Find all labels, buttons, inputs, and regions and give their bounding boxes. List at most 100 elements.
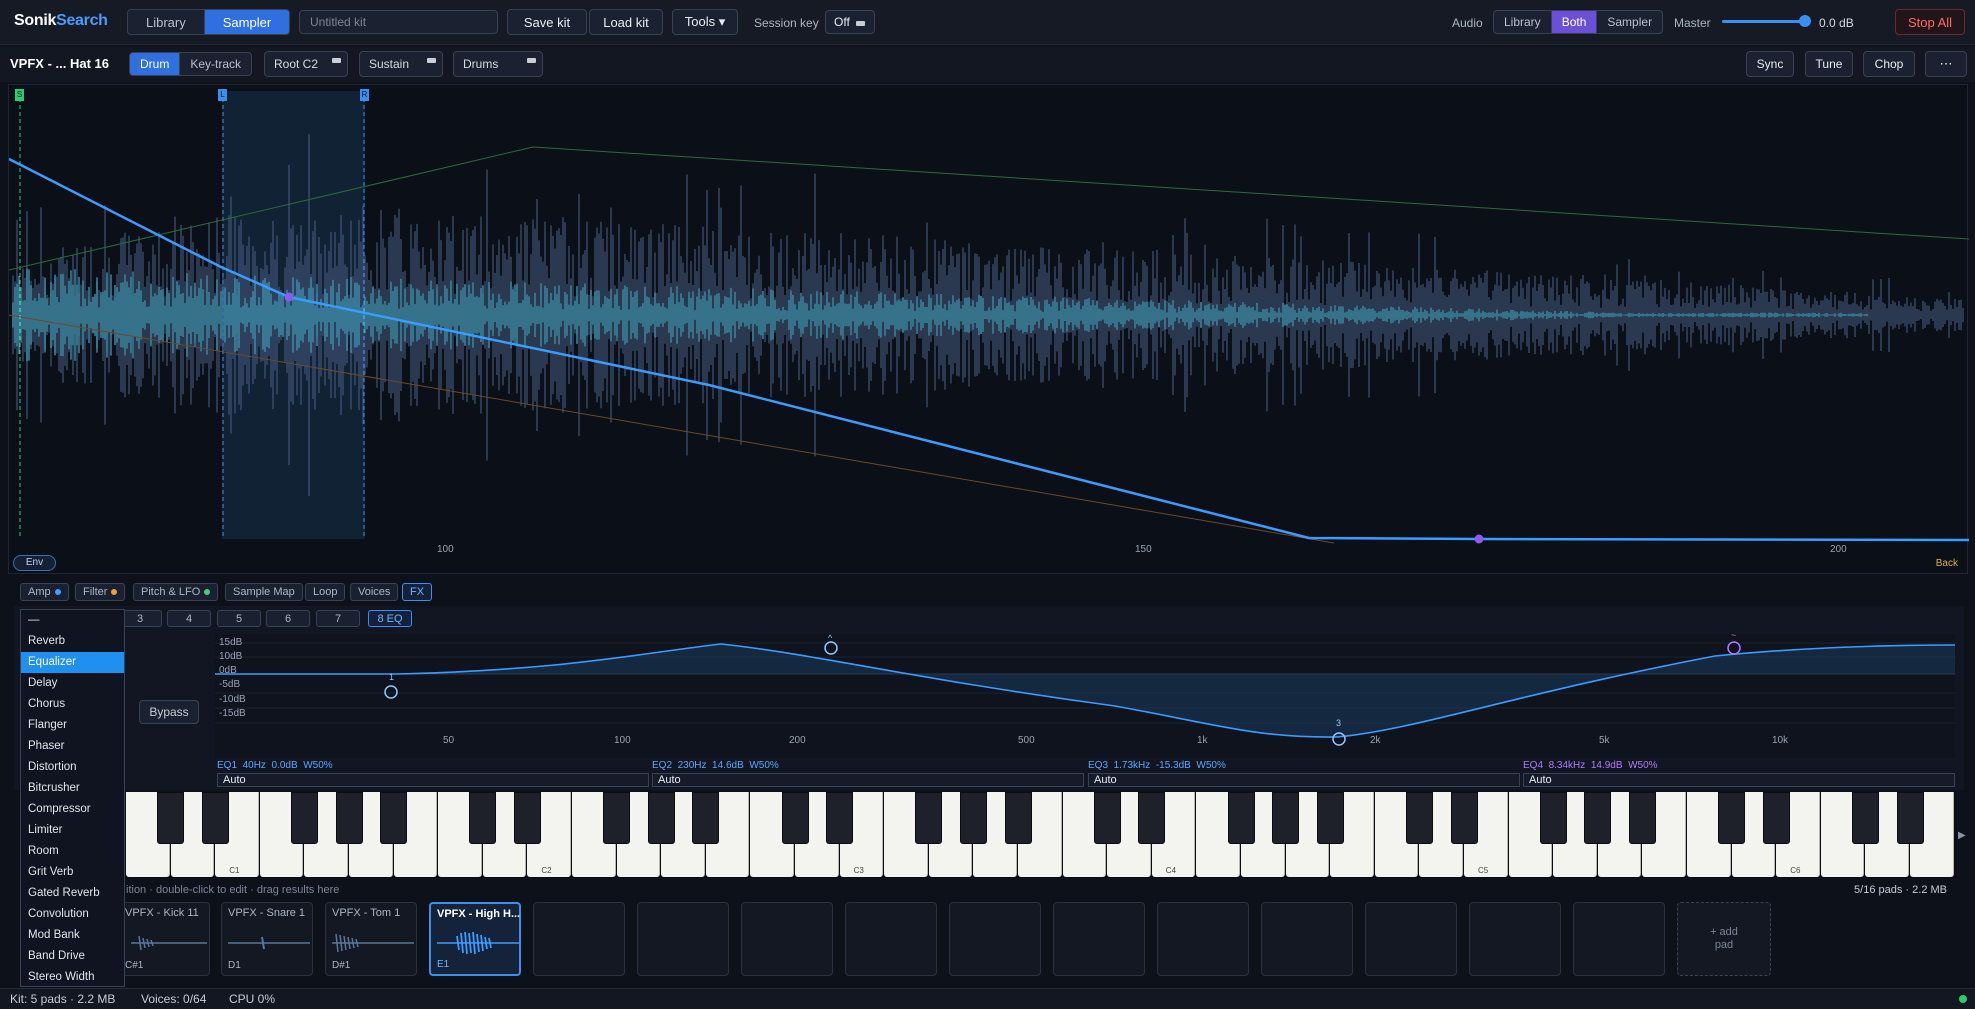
start-marker-flag[interactable]: S bbox=[15, 89, 24, 101]
load-kit-button[interactable]: Load kit bbox=[589, 9, 663, 35]
eq-band-mode-select[interactable]: Auto bbox=[652, 773, 1084, 787]
audio-tab-sampler[interactable]: Sampler bbox=[1597, 11, 1662, 33]
fx-menu-item[interactable]: Reverb bbox=[21, 631, 124, 652]
fx-menu-item[interactable]: Delay bbox=[21, 673, 124, 694]
pad-empty[interactable] bbox=[1365, 902, 1457, 976]
master-slider-handle[interactable] bbox=[1799, 15, 1812, 27]
back-label[interactable]: Back bbox=[1936, 558, 1958, 569]
playback-mode-select[interactable]: Sustain bbox=[359, 51, 443, 77]
piano-keyboard[interactable]: C1 C2 C3 C4 C5 C6 bbox=[126, 792, 1956, 878]
piano-black-key[interactable] bbox=[380, 792, 408, 844]
waveform-canvas[interactable] bbox=[9, 85, 1969, 575]
piano-black-key[interactable] bbox=[692, 792, 720, 844]
piano-black-key[interactable] bbox=[513, 792, 541, 844]
tab-sampler[interactable]: Sampler bbox=[204, 10, 290, 34]
pad-empty[interactable] bbox=[1157, 902, 1249, 976]
tab-filter[interactable]: Filter bbox=[75, 583, 126, 601]
piano-black-key[interactable] bbox=[1272, 792, 1300, 844]
piano-black-key[interactable] bbox=[290, 792, 318, 844]
save-kit-button[interactable]: Save kit bbox=[507, 9, 587, 35]
fx-menu-item[interactable]: Room bbox=[21, 841, 124, 862]
fx-menu-item[interactable]: Chorus bbox=[21, 694, 124, 715]
fx-menu-item[interactable]: Flanger bbox=[21, 715, 124, 736]
eq-node-1[interactable] bbox=[384, 685, 398, 699]
piano-black-key[interactable] bbox=[1539, 792, 1567, 844]
tab-sample-map[interactable]: Sample Map bbox=[225, 583, 303, 601]
tab-fx[interactable]: FX bbox=[402, 583, 433, 601]
piano-black-key[interactable] bbox=[1762, 792, 1790, 844]
piano-black-key[interactable] bbox=[1405, 792, 1433, 844]
fx-type-menu[interactable]: — Reverb Equalizer Delay Chorus Flanger Phaser… bbox=[20, 609, 125, 987]
tab-loop[interactable]: Loop bbox=[305, 583, 346, 601]
audio-tab-both[interactable]: Both bbox=[1551, 11, 1598, 33]
tab-amp[interactable]: Amp bbox=[20, 583, 69, 601]
fx-slot-8-eq[interactable]: 8 EQ bbox=[368, 610, 412, 627]
tab-drum[interactable]: Drum bbox=[130, 53, 181, 75]
pad-empty[interactable] bbox=[533, 902, 625, 976]
eq-graph[interactable]: 15dB 10dB 0dB -5dB -10dB -15dB 50 100 20… bbox=[215, 630, 1955, 758]
fx-menu-item[interactable]: Grit Verb bbox=[21, 862, 124, 883]
piano-black-key[interactable] bbox=[1718, 792, 1746, 844]
fx-slot-7[interactable]: 7 bbox=[316, 610, 360, 627]
audio-tab-library[interactable]: Library bbox=[1494, 11, 1552, 33]
piano-black-key[interactable] bbox=[335, 792, 363, 844]
kit-name-input[interactable]: Untitled kit bbox=[299, 10, 498, 34]
category-select[interactable]: Drums bbox=[453, 51, 543, 77]
piano-black-key[interactable] bbox=[1093, 792, 1121, 844]
piano-black-key[interactable] bbox=[201, 792, 229, 844]
piano-black-key[interactable] bbox=[915, 792, 943, 844]
fx-menu-item[interactable]: Compressor bbox=[21, 799, 124, 820]
fx-menu-item[interactable]: — bbox=[21, 610, 124, 631]
piano-black-key[interactable] bbox=[157, 792, 185, 844]
more-options-button[interactable]: ⋯ bbox=[1925, 51, 1967, 77]
piano-black-key[interactable] bbox=[1851, 792, 1879, 844]
fx-menu-item[interactable]: Convolution bbox=[21, 904, 124, 925]
loop-left-marker-flag[interactable]: L bbox=[218, 89, 227, 101]
pad-empty[interactable] bbox=[1053, 902, 1145, 976]
envelope-node[interactable] bbox=[1474, 534, 1484, 544]
piano-black-key[interactable] bbox=[603, 792, 631, 844]
tab-voices[interactable]: Voices bbox=[350, 583, 399, 601]
piano-black-key[interactable] bbox=[1628, 792, 1656, 844]
pad-empty[interactable] bbox=[1469, 902, 1561, 976]
piano-black-key[interactable] bbox=[1450, 792, 1478, 844]
fx-menu-item[interactable]: Equalizer bbox=[21, 652, 124, 673]
piano-black-key[interactable] bbox=[469, 792, 497, 844]
piano-black-key[interactable] bbox=[781, 792, 809, 844]
add-pad-button[interactable]: + add pad bbox=[1677, 902, 1771, 976]
pad-empty[interactable] bbox=[949, 902, 1041, 976]
envelope-node[interactable] bbox=[284, 292, 294, 302]
fx-menu-item[interactable]: Phaser bbox=[21, 736, 124, 757]
piano-black-key[interactable] bbox=[647, 792, 675, 844]
piano-black-key[interactable] bbox=[826, 792, 854, 844]
fx-menu-item[interactable]: Mod Bank bbox=[21, 925, 124, 946]
tab-key-track[interactable]: Key-track bbox=[180, 53, 251, 75]
eq-node-4[interactable] bbox=[1727, 641, 1741, 655]
scroll-right-icon[interactable]: ▶ bbox=[1958, 830, 1966, 841]
fx-menu-item[interactable]: Band Drive bbox=[21, 946, 124, 967]
stop-all-button[interactable]: Stop All bbox=[1895, 9, 1965, 35]
eq-band-mode-select[interactable]: Auto bbox=[217, 773, 649, 787]
pad-empty[interactable] bbox=[1573, 902, 1665, 976]
pad-selected[interactable]: VPFX - High H... E1 bbox=[429, 902, 521, 976]
bypass-button[interactable]: Bypass bbox=[139, 700, 199, 724]
pad-empty[interactable] bbox=[845, 902, 937, 976]
eq-band-mode-select[interactable]: Auto bbox=[1523, 773, 1955, 787]
chop-button[interactable]: Chop bbox=[1863, 51, 1915, 77]
piano-black-key[interactable] bbox=[1896, 792, 1924, 844]
loop-right-marker-flag[interactable]: R bbox=[360, 89, 369, 101]
fx-menu-item[interactable]: Stereo Width bbox=[21, 967, 124, 988]
piano-black-key[interactable] bbox=[1138, 792, 1166, 844]
root-note-select[interactable]: Root C2 bbox=[264, 51, 348, 77]
pad-empty[interactable] bbox=[741, 902, 833, 976]
sync-button[interactable]: Sync bbox=[1746, 51, 1794, 77]
fx-menu-item[interactable]: Bitcrusher bbox=[21, 778, 124, 799]
session-key-toggle[interactable]: Off bbox=[825, 10, 875, 34]
master-slider[interactable] bbox=[1722, 15, 1812, 27]
waveform-editor[interactable]: S L R 100 150 200 Env Back bbox=[8, 84, 1969, 575]
pad-empty[interactable] bbox=[1261, 902, 1353, 976]
eq-curve-canvas[interactable] bbox=[215, 634, 1955, 758]
fx-menu-item[interactable]: Gated Reverb bbox=[21, 883, 124, 904]
tab-library[interactable]: Library bbox=[128, 10, 205, 34]
tools-menu-button[interactable]: Tools ▾ bbox=[672, 9, 738, 35]
